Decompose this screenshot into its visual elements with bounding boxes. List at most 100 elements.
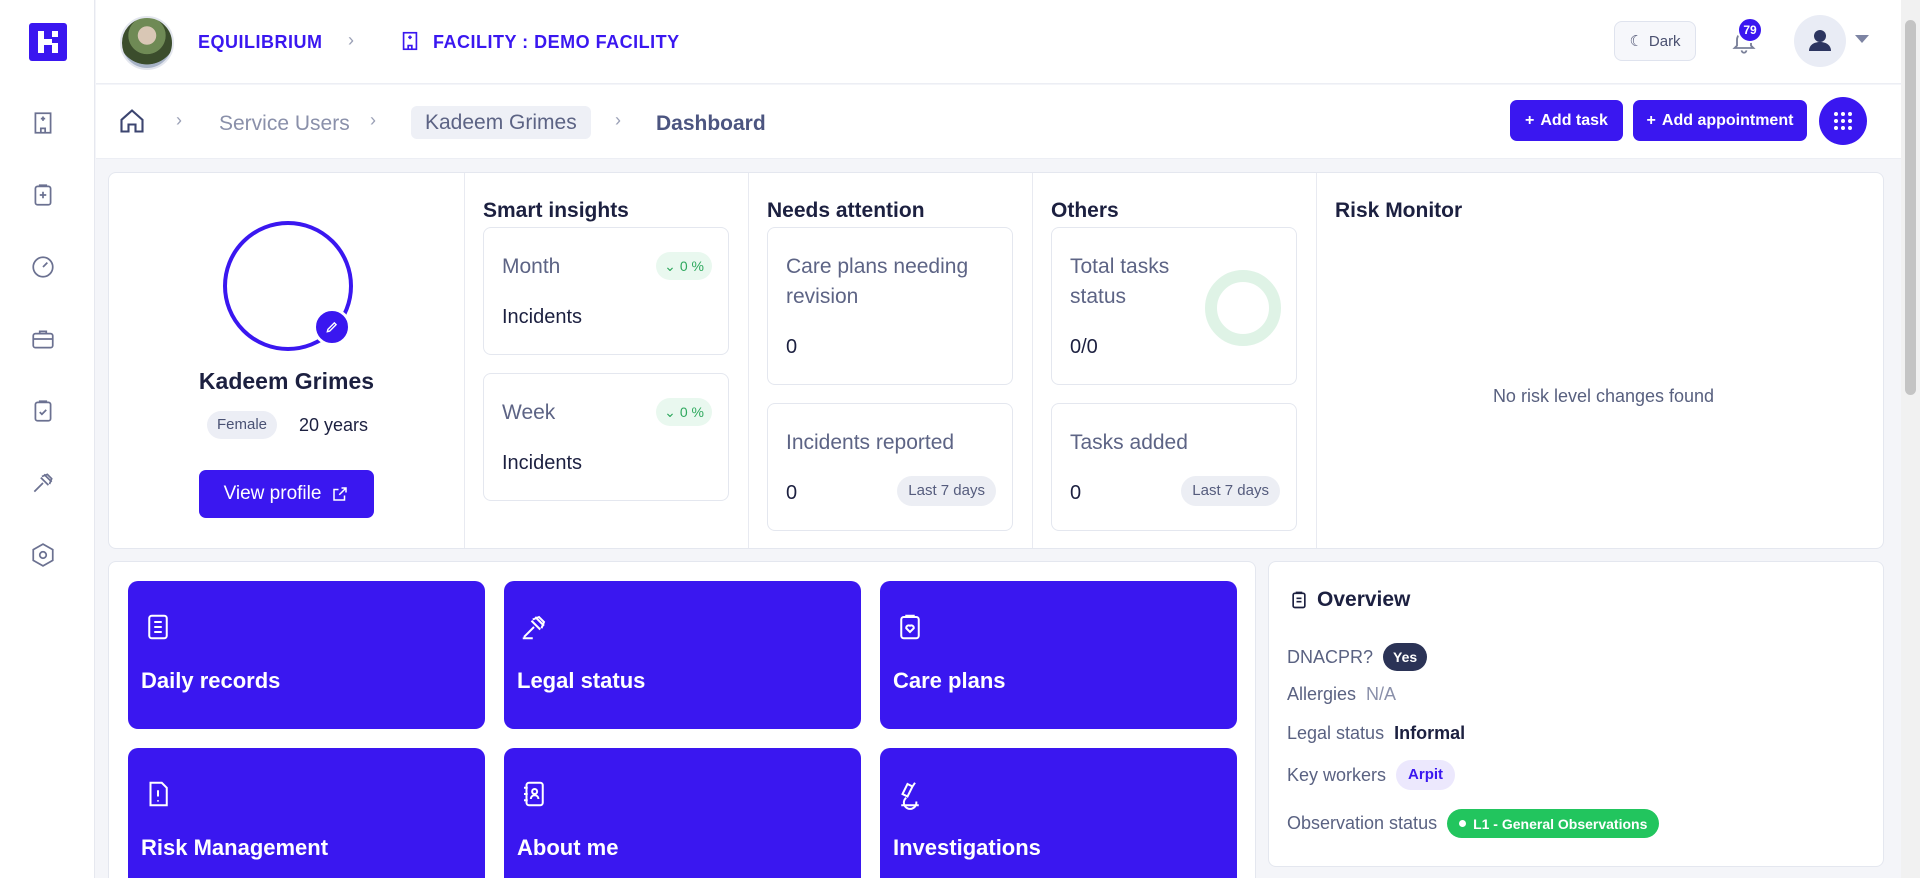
insight-metric: Incidents — [502, 452, 583, 474]
theme-toggle-button[interactable]: ☾ Dark — [1614, 21, 1696, 61]
incidents-value: 0 — [786, 482, 798, 504]
allergies-label: Allergies — [1287, 684, 1357, 704]
breadcrumb-user[interactable]: Kadeem Grimes — [411, 106, 591, 139]
document-alert-icon — [143, 778, 173, 810]
care-plans-revision-card[interactable]: Care plans needing revision 0 — [767, 227, 1013, 385]
dnacpr-row: DNACPR? Yes — [1287, 643, 1428, 671]
legal-status-value: Informal — [1394, 723, 1466, 743]
scrollbar-thumb[interactable] — [1905, 20, 1916, 395]
others-title: Others — [1051, 199, 1119, 222]
trend-badge: ⌄ 0 % — [656, 398, 712, 426]
tile-investigations[interactable]: Investigations — [880, 748, 1237, 878]
summary-card: Kadeem Grimes Female 20 years View profi… — [108, 172, 1884, 549]
key-worker-badge[interactable]: Arpit — [1396, 760, 1456, 790]
risk-empty-message: No risk level changes found — [1492, 386, 1715, 406]
quick-links-card: Daily records Legal status Care plans Ri… — [108, 561, 1256, 878]
edit-photo-button[interactable] — [313, 308, 351, 346]
tasks-donut-chart — [1205, 270, 1281, 346]
external-link-icon — [333, 487, 348, 501]
add-appointment-button[interactable]: + Add appointment — [1633, 100, 1807, 141]
divider — [464, 173, 465, 548]
view-profile-button[interactable]: View profile — [199, 470, 374, 518]
gauge-icon[interactable] — [30, 254, 56, 280]
total-tasks-card[interactable]: Total tasks status 0/0 — [1051, 227, 1297, 385]
legal-status-label: Legal status — [1287, 723, 1385, 743]
dnacpr-badge: Yes — [1383, 643, 1428, 671]
apps-grid-button[interactable] — [1819, 97, 1867, 145]
clipboard-heart-icon — [895, 611, 925, 643]
app-logo[interactable] — [29, 23, 67, 61]
key-workers-row: Key workers Arpit — [1287, 760, 1456, 790]
sidebar — [0, 0, 95, 878]
divider — [1032, 173, 1033, 548]
top-bar: EQUILIBRIUM › FACILITY : DEMO FACILITY ☾… — [96, 0, 1901, 84]
smart-insights-title: Smart insights — [483, 199, 629, 222]
observation-row: Observation status L1 - General Observat… — [1287, 809, 1660, 838]
incidents-label: Incidents reported — [786, 431, 955, 454]
briefcase-icon[interactable] — [30, 326, 56, 352]
total-tasks-label: Total tasks status — [1070, 255, 1170, 308]
needs-attention-title: Needs attention — [767, 199, 925, 222]
range-badge: Last 7 days — [1181, 476, 1280, 506]
observation-value: L1 - General Observations — [1473, 815, 1648, 832]
gender-badge: Female — [207, 411, 278, 439]
facility-label[interactable]: FACILITY : DEMO FACILITY — [433, 32, 680, 53]
gavel-icon — [519, 611, 549, 643]
tile-label: About me — [517, 835, 619, 860]
chevron-down-icon: ⌄ — [664, 403, 676, 420]
tile-risk-management[interactable]: Risk Management — [128, 748, 485, 878]
tile-label: Care plans — [893, 668, 1006, 693]
insight-period: Week — [502, 401, 556, 424]
care-plans-label: Care plans needing revision — [786, 255, 969, 308]
tile-daily-records[interactable]: Daily records — [128, 581, 485, 729]
chevron-right-icon: › — [176, 110, 182, 130]
contact-book-icon — [519, 778, 549, 810]
tile-legal-status[interactable]: Legal status — [504, 581, 861, 729]
user-avatar[interactable] — [1794, 15, 1846, 67]
observation-status-badge: L1 - General Observations — [1447, 809, 1660, 838]
risk-monitor-title: Risk Monitor — [1335, 199, 1463, 222]
breadcrumb-service-users[interactable]: Service Users — [219, 112, 350, 136]
building-icon[interactable] — [30, 110, 56, 136]
org-name[interactable]: EQUILIBRIUM — [198, 32, 323, 53]
add-task-button[interactable]: + Add task — [1510, 100, 1623, 141]
checklist-icon[interactable] — [30, 398, 56, 424]
tile-label: Legal status — [517, 668, 646, 693]
insight-metric: Incidents — [502, 306, 583, 328]
tasks-added-card[interactable]: Tasks added 0 Last 7 days — [1051, 403, 1297, 531]
organization-avatar[interactable] — [120, 16, 174, 70]
range-badge: Last 7 days — [897, 476, 996, 506]
key-workers-label: Key workers — [1287, 764, 1387, 785]
breadcrumb-current: Dashboard — [656, 112, 766, 135]
theme-label: Dark — [1648, 32, 1681, 50]
clipboard-icon — [1289, 588, 1309, 612]
insight-period: Month — [502, 255, 561, 278]
home-icon[interactable] — [118, 107, 146, 135]
user-menu-caret-icon[interactable] — [1855, 35, 1869, 43]
notification-count-badge[interactable]: 79 — [1737, 17, 1763, 43]
page-scrollbar[interactable] — [1901, 0, 1920, 878]
grid-icon — [1834, 112, 1852, 130]
insight-month-card[interactable]: Month ⌄ 0 % Incidents — [483, 227, 729, 355]
settings-hex-icon[interactable] — [30, 542, 56, 568]
observation-label: Observation status — [1287, 813, 1438, 833]
plus-icon: + — [1525, 111, 1535, 129]
profile-name: Kadeem Grimes — [198, 368, 375, 394]
microscope-icon — [895, 778, 925, 810]
gavel-icon[interactable] — [30, 470, 56, 496]
overview-title: Overview — [1317, 588, 1411, 611]
chevron-right-icon: › — [348, 30, 354, 50]
plus-icon: + — [1646, 111, 1656, 129]
pencil-icon — [326, 321, 338, 333]
moon-icon: ☾ — [1629, 33, 1643, 50]
tile-label: Risk Management — [141, 835, 329, 860]
chevron-right-icon: › — [370, 110, 376, 130]
tile-about-me[interactable]: About me — [504, 748, 861, 878]
chevron-right-icon: › — [615, 110, 621, 130]
incidents-reported-card[interactable]: Incidents reported 0 Last 7 days — [767, 403, 1013, 531]
medical-clipboard-icon[interactable] — [30, 182, 56, 208]
tile-care-plans[interactable]: Care plans — [880, 581, 1237, 729]
insight-week-card[interactable]: Week ⌄ 0 % Incidents — [483, 373, 729, 501]
tasks-added-value: 0 — [1070, 482, 1082, 504]
dnacpr-label: DNACPR? — [1287, 646, 1374, 667]
